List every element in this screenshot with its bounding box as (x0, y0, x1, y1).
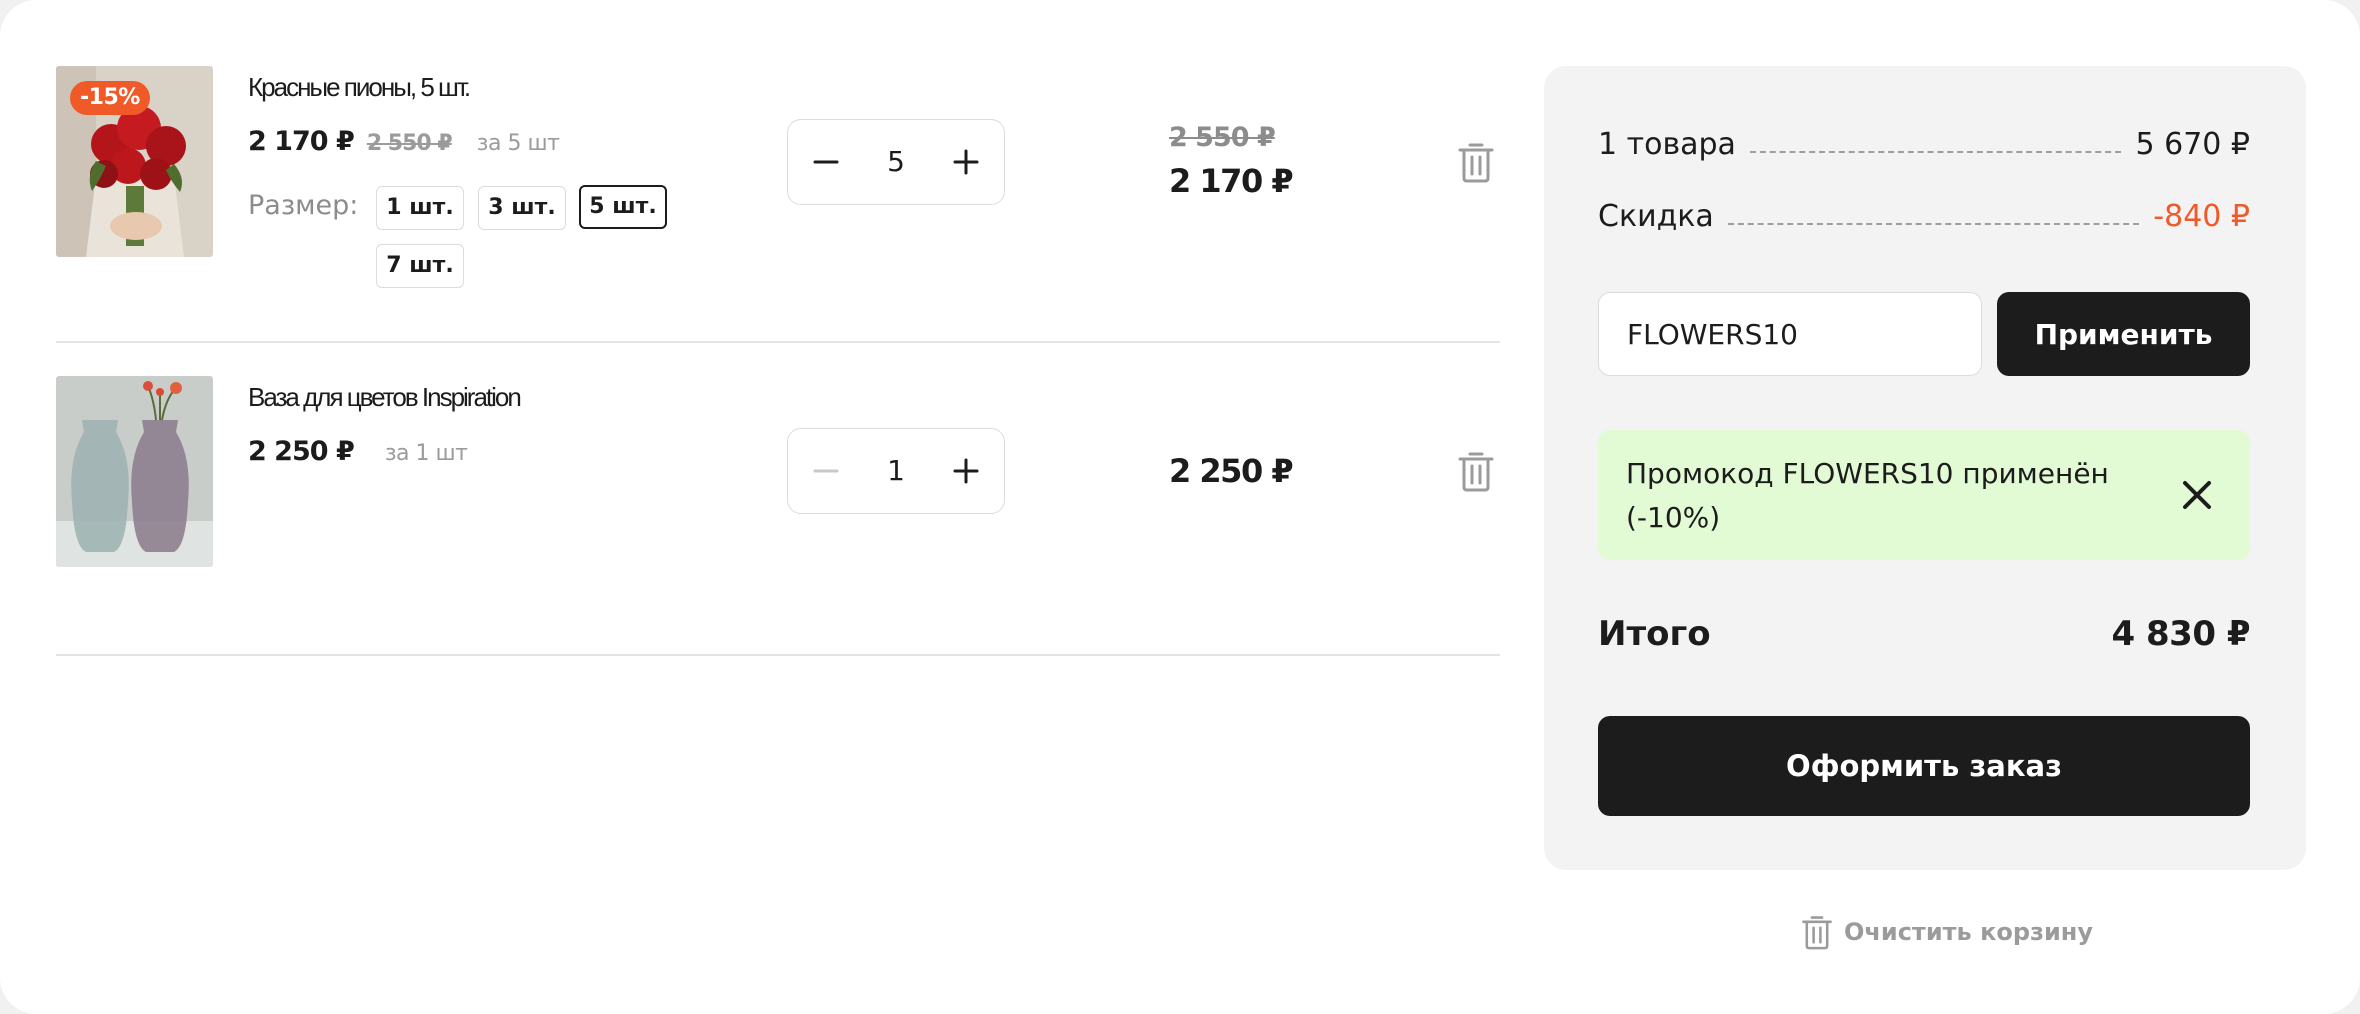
quantity-value[interactable]: 1 (858, 429, 934, 512)
remove-promo-button[interactable] (2180, 478, 2214, 512)
plus-icon (953, 458, 979, 483)
trash-icon (1802, 916, 1832, 950)
product-title[interactable]: Ваза для цветов Inspiration (248, 382, 522, 413)
size-option-1[interactable]: 1 шт. (376, 186, 464, 230)
line-total: 2 250 ₽ (1169, 452, 1294, 490)
increase-quantity-button[interactable] (936, 429, 996, 512)
decrease-quantity-button-disabled[interactable] (796, 429, 856, 512)
trash-icon (1458, 452, 1494, 492)
vase-photo (56, 376, 213, 567)
remove-item-button[interactable] (1456, 140, 1496, 184)
size-option-5-selected[interactable]: 5 шт. (579, 185, 667, 229)
apply-promo-button[interactable]: Применить (1997, 292, 2250, 376)
increase-quantity-button[interactable] (936, 120, 996, 203)
size-option-7[interactable]: 7 шт. (376, 244, 464, 288)
current-price: 2 250 ₽ (248, 436, 355, 467)
items-total-value: 5 670 ₽ (2135, 126, 2250, 162)
size-option-3[interactable]: 3 шт. (478, 186, 566, 230)
dotted-leader (1727, 223, 2140, 225)
price-row: 2 250 ₽ за 1 шт (248, 436, 468, 467)
product-image-peonies[interactable]: -15% (56, 66, 213, 257)
current-price: 2 170 ₽ (248, 126, 355, 157)
discount-badge: -15% (70, 81, 150, 115)
close-icon (2183, 481, 2211, 509)
plus-icon (953, 149, 979, 174)
cart-item: -15% Красные пионы, 5 шт. 2 170 ₽ 2 550 … (56, 66, 1500, 343)
items-count-label: 1 товара (1598, 126, 1736, 162)
minus-icon (813, 160, 839, 163)
price-row: 2 170 ₽ 2 550 ₽ за 5 шт (248, 126, 560, 157)
line-total: 2 170 ₽ (1169, 162, 1294, 200)
promo-notice-text: Промокод FLOWERS10 применён (-10%) (1626, 457, 2109, 534)
minus-icon (813, 469, 839, 472)
summary-discount-row: Скидка -840 ₽ (1598, 196, 2250, 236)
quantity-stepper: 1 (787, 428, 1005, 514)
dotted-leader (1749, 151, 2122, 153)
size-label: Размер: (248, 190, 359, 221)
checkout-button[interactable]: Оформить заказ (1598, 716, 2250, 816)
cart-page: -15% Красные пионы, 5 шт. 2 170 ₽ 2 550 … (0, 0, 2360, 1014)
remove-item-button[interactable] (1456, 449, 1496, 493)
quantity-value[interactable]: 5 (858, 120, 934, 203)
clear-cart-button[interactable]: Очистить корзину (1800, 912, 2093, 952)
order-summary-panel: 1 товара 5 670 ₽ Скидка -840 ₽ Применить… (1544, 66, 2306, 870)
old-price: 2 550 ₽ (366, 131, 453, 156)
cart-item: Ваза для цветов Inspiration 2 250 ₽ за 1… (56, 376, 1500, 656)
quantity-stepper: 5 (787, 119, 1005, 205)
per-unit-label: за 1 шт (384, 441, 468, 466)
clear-cart-label: Очистить корзину (1844, 918, 2094, 946)
product-image-vase[interactable] (56, 376, 213, 567)
discount-value: -840 ₽ (2153, 198, 2250, 234)
per-unit-label: за 5 шт (476, 131, 560, 156)
promo-applied-notice: Промокод FLOWERS10 применён (-10%) (1598, 430, 2250, 560)
total-value: 4 830 ₽ (2111, 614, 2251, 654)
product-title[interactable]: Красные пионы, 5 шт. (248, 72, 471, 103)
total-label: Итого (1598, 614, 1711, 654)
cart-items-list: -15% Красные пионы, 5 шт. 2 170 ₽ 2 550 … (56, 66, 1500, 656)
discount-label: Скидка (1598, 198, 1714, 234)
line-total-old: 2 550 ₽ (1169, 122, 1276, 153)
summary-items-row: 1 товара 5 670 ₽ (1598, 124, 2250, 164)
promo-code-input[interactable] (1598, 292, 1982, 376)
trash-icon (1458, 143, 1494, 183)
decrease-quantity-button[interactable] (796, 120, 856, 203)
